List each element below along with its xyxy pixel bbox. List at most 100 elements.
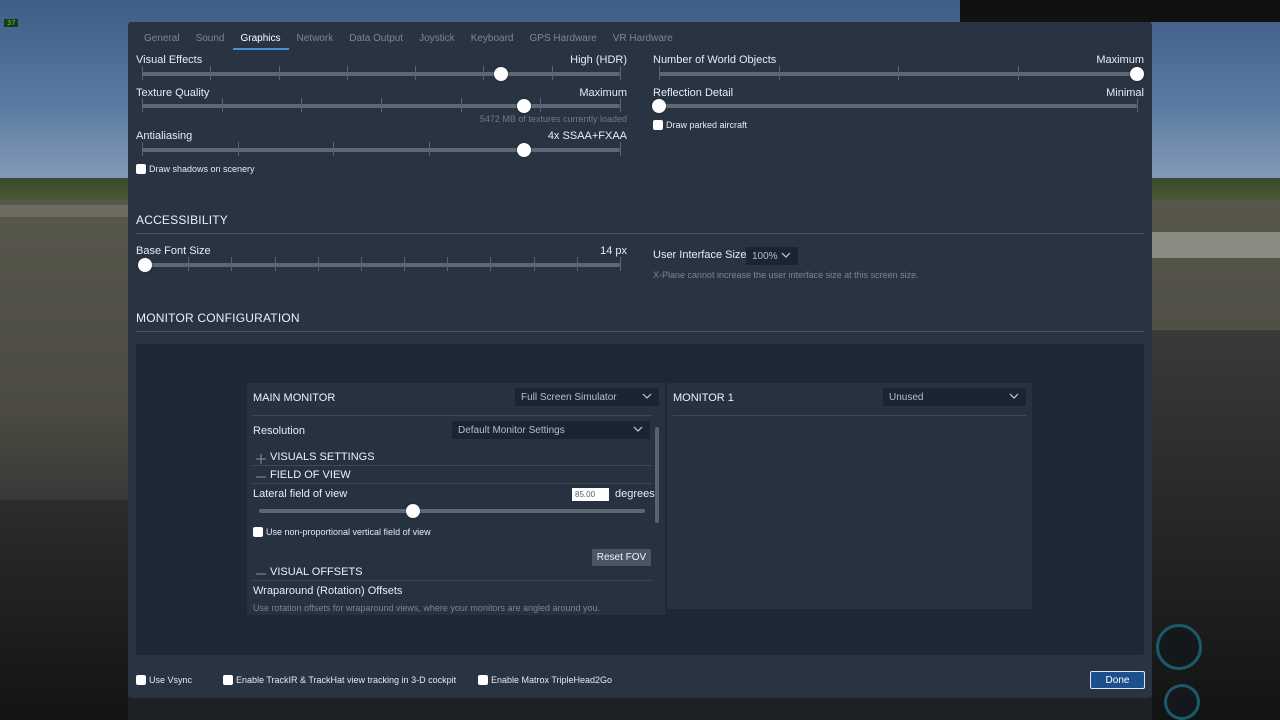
tab-gps-hardware[interactable]: GPS Hardware — [522, 30, 605, 50]
non-proportional-fov-checkbox[interactable]: Use non-proportional vertical field of v… — [253, 527, 431, 537]
ui-size-label: User Interface Size — [653, 249, 747, 261]
slider-tick — [360, 257, 362, 271]
draw-parked-aircraft-checkbox[interactable]: Draw parked aircraft — [653, 120, 747, 130]
main-monitor-mode-value: Full Screen Simulator — [521, 392, 617, 403]
slider-tick — [317, 257, 319, 271]
tab-data-output[interactable]: Data Output — [341, 30, 411, 50]
resolution-dropdown[interactable]: Default Monitor Settings — [452, 421, 650, 439]
reflection-detail-slider[interactable] — [652, 98, 1138, 113]
slider-thumb[interactable] — [138, 258, 152, 272]
checkbox-box[interactable] — [223, 675, 233, 685]
texture-quality-label: Texture Quality — [136, 87, 210, 99]
panel-scrollbar[interactable] — [655, 427, 659, 523]
tab-sound[interactable]: Sound — [188, 30, 233, 50]
monitor-1-title: MONITOR 1 — [673, 392, 734, 404]
non-proportional-fov-label: Use non-proportional vertical field of v… — [266, 527, 431, 537]
panel-divider — [673, 415, 1026, 416]
collapse-minus-icon[interactable] — [256, 569, 266, 579]
accessibility-heading: ACCESSIBILITY — [136, 213, 228, 227]
trackir-checkbox[interactable]: Enable TrackIR & TrackHat view tracking … — [223, 675, 456, 685]
slider-tick — [620, 66, 621, 80]
visual-effects-value: High (HDR) — [570, 54, 627, 66]
slider-thumb[interactable] — [517, 99, 532, 113]
cockpit-frame-top — [960, 0, 1280, 22]
visual-effects-label: Visual Effects — [136, 54, 203, 66]
wraparound-offsets-title: Wraparound (Rotation) Offsets — [253, 585, 403, 597]
expand-plus-icon[interactable] — [256, 454, 266, 464]
slider-tick — [301, 98, 303, 112]
tab-keyboard[interactable]: Keyboard — [463, 30, 522, 50]
slider-tick — [231, 257, 233, 271]
matrox-checkbox[interactable]: Enable Matrox TripleHead2Go — [478, 675, 612, 685]
slider-tick — [221, 98, 223, 112]
panel-divider — [253, 415, 651, 416]
cockpit-gauge — [1156, 624, 1202, 670]
texture-quality-slider[interactable] — [142, 98, 621, 113]
vsync-label: Use Vsync — [149, 675, 193, 685]
checkbox-box[interactable] — [478, 675, 488, 685]
world-objects-slider[interactable] — [659, 66, 1144, 81]
visual-offsets-heading[interactable]: VISUAL OFFSETS — [270, 566, 363, 578]
visuals-settings-heading[interactable]: VISUALS SETTINGS — [270, 451, 375, 463]
tab-joystick[interactable]: Joystick — [411, 30, 463, 50]
slider-tick — [460, 98, 462, 112]
antialiasing-slider[interactable] — [142, 142, 621, 157]
lateral-fov-unit: degrees — [615, 488, 655, 500]
chevron-down-icon — [633, 426, 643, 432]
lateral-fov-slider[interactable] — [259, 504, 645, 518]
antialiasing-value: 4x SSAA+FXAA — [547, 130, 627, 142]
monitor-1-mode-dropdown[interactable]: Unused — [883, 388, 1026, 406]
slider-tick — [533, 257, 535, 271]
slider-thumb[interactable] — [517, 143, 532, 157]
slider-tick — [1137, 98, 1138, 112]
slider-thumb[interactable] — [406, 504, 421, 518]
runway-right — [1152, 232, 1280, 258]
slider-tick — [659, 66, 660, 80]
slider-thumb[interactable] — [652, 99, 666, 113]
draw-shadows-checkbox[interactable]: Draw shadows on scenery — [136, 164, 255, 174]
panel-divider — [253, 465, 651, 466]
tab-graphics[interactable]: Graphics — [232, 30, 289, 50]
base-font-size-slider[interactable] — [138, 257, 621, 272]
lateral-fov-input[interactable]: 85.00 — [572, 488, 609, 501]
collapse-minus-icon[interactable] — [256, 472, 266, 482]
slider-tick — [333, 142, 335, 156]
checkbox-box[interactable] — [653, 120, 663, 130]
visual-effects-slider[interactable] — [142, 66, 621, 81]
ui-size-dropdown[interactable]: 100% — [746, 247, 798, 265]
texture-memory-note: 5472 MB of textures currently loaded — [479, 114, 627, 124]
field-of-view-heading[interactable]: FIELD OF VIEW — [270, 469, 351, 481]
slider-tick — [210, 66, 212, 80]
slider-tick — [620, 142, 621, 156]
cockpit-panel-left — [0, 500, 128, 720]
slider-tick — [278, 66, 280, 80]
slider-tick — [346, 66, 348, 80]
chevron-down-icon — [642, 393, 652, 399]
checkbox-box[interactable] — [136, 164, 146, 174]
main-monitor-panel: MAIN MONITOR Full Screen Simulator Resol… — [247, 383, 665, 615]
slider-tick — [551, 66, 553, 80]
slider-thumb[interactable] — [1130, 67, 1144, 81]
checkbox-box[interactable] — [136, 675, 146, 685]
tab-network[interactable]: Network — [289, 30, 342, 50]
slider-tick — [620, 257, 621, 271]
settings-dialog: General Sound Graphics Network Data Outp… — [128, 22, 1152, 698]
slider-tick — [142, 142, 143, 156]
reset-fov-button[interactable]: Reset FOV — [592, 549, 651, 566]
slider-tick — [274, 257, 276, 271]
main-monitor-mode-dropdown[interactable]: Full Screen Simulator — [515, 388, 659, 406]
vsync-checkbox[interactable]: Use Vsync — [136, 675, 192, 685]
slider-tick — [620, 98, 621, 112]
reflection-detail-value: Minimal — [1106, 87, 1144, 99]
slider-tick — [540, 98, 542, 112]
slider-tick — [188, 257, 190, 271]
slider-tick — [142, 98, 143, 112]
tab-general[interactable]: General — [136, 30, 188, 50]
done-button[interactable]: Done — [1090, 671, 1145, 689]
draw-parked-aircraft-label: Draw parked aircraft — [666, 120, 748, 130]
base-font-size-label: Base Font Size — [136, 245, 211, 257]
slider-thumb[interactable] — [493, 67, 508, 81]
world-objects-label: Number of World Objects — [653, 54, 777, 66]
tab-vr-hardware[interactable]: VR Hardware — [605, 30, 681, 50]
checkbox-box[interactable] — [253, 527, 263, 537]
